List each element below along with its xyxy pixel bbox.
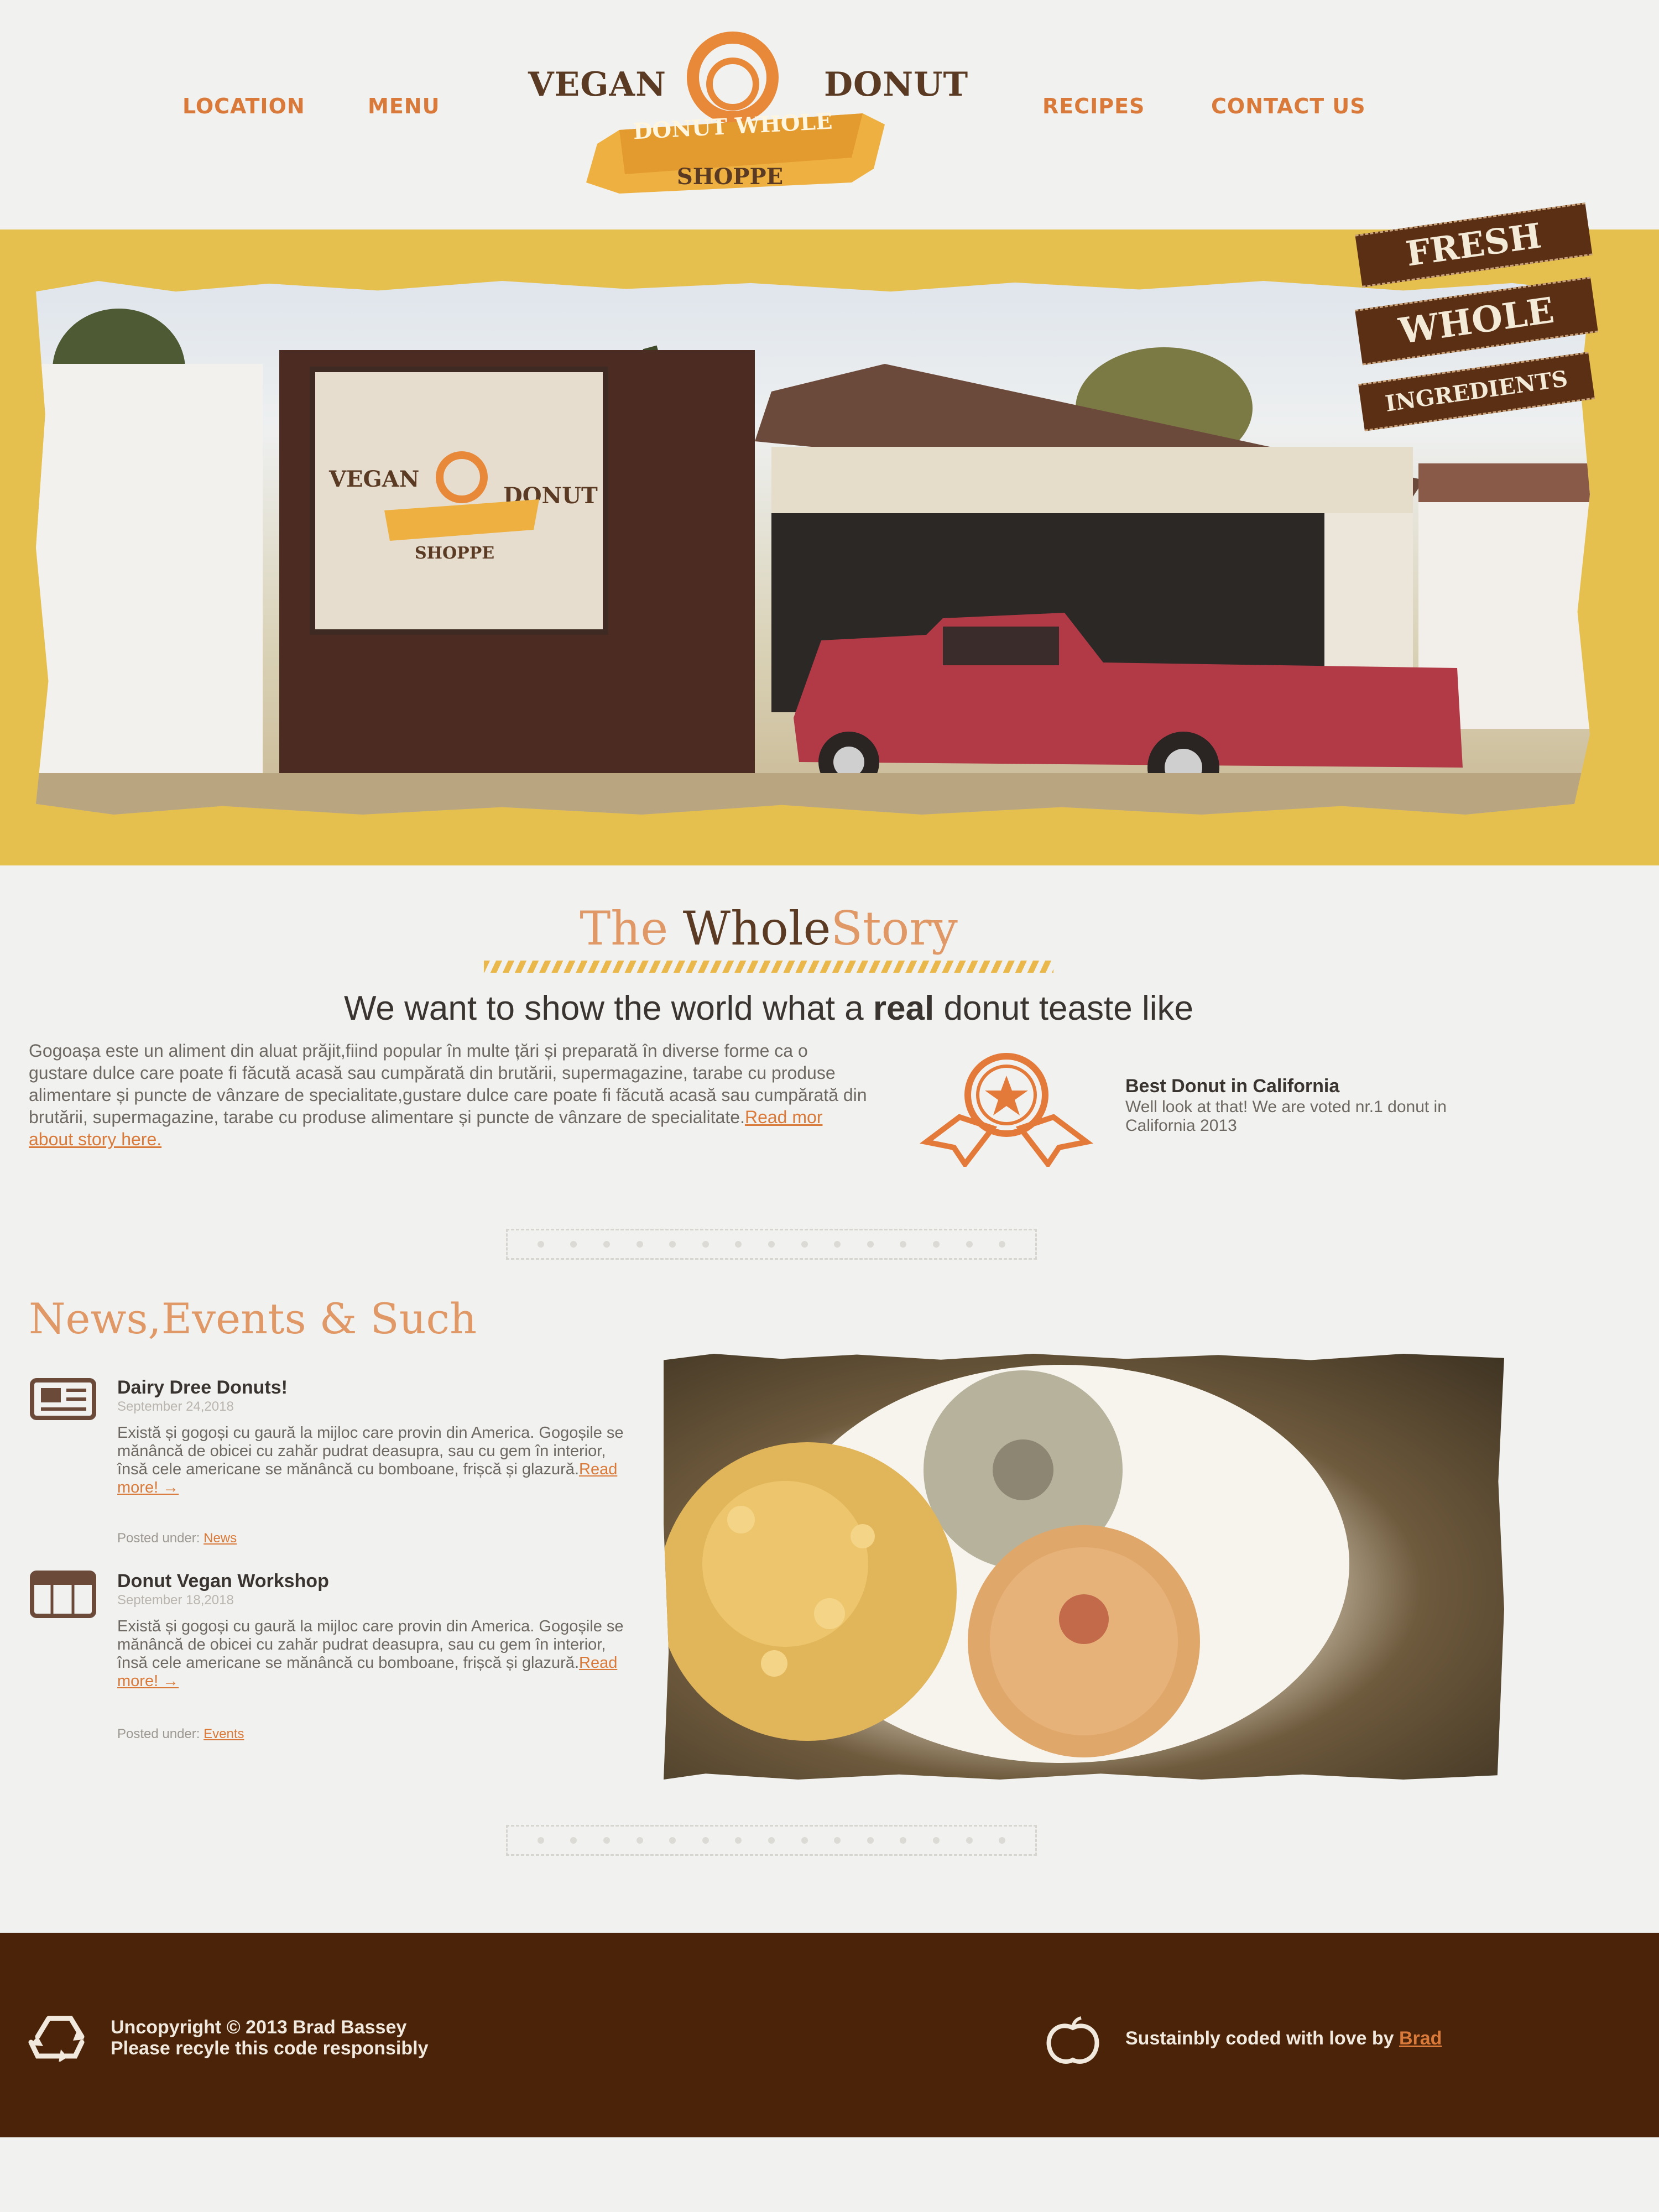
- calendar-icon: [30, 1571, 96, 1618]
- footer-copyright: Uncopyright © 2013 Brad Bassey Please re…: [111, 2017, 429, 2059]
- headline-post: donut teaste like: [934, 989, 1193, 1027]
- copyright-line2: Please recyle this code responsibly: [111, 2038, 429, 2059]
- divider-dot: [801, 1837, 808, 1844]
- nav-recipes-link[interactable]: RECIPES: [1042, 94, 1145, 118]
- divider-dot: [735, 1241, 742, 1248]
- footer-credit: Sustainbly coded with love by Brad: [1125, 2028, 1442, 2049]
- divider-dot: [900, 1241, 907, 1248]
- divider-dot: [603, 1241, 610, 1248]
- site-footer: Uncopyright © 2013 Brad Bassey Please re…: [0, 1933, 1659, 2137]
- story-body: Gogoașa este un aliment din aluat prăjit…: [29, 1040, 869, 1150]
- divider-dot: [636, 1837, 643, 1844]
- news-item-posted: Posted under: Events: [117, 1726, 244, 1742]
- divider-dot: [537, 1837, 544, 1844]
- storefront-illustration: [36, 309, 1590, 815]
- copyright-author: Brad Bassey: [293, 2017, 407, 2038]
- apple-icon: [1046, 2016, 1099, 2064]
- sign-logo-icon: [384, 451, 539, 541]
- logo-donut-text: DONUT: [824, 65, 969, 104]
- divider-dot: [999, 1241, 1006, 1248]
- story-body-text: Gogoașa este un aliment din aluat prăjit…: [29, 1041, 867, 1127]
- divider-dot: [867, 1837, 874, 1844]
- story-title: The WholeStory: [0, 901, 1537, 956]
- copyright-prefix: Uncopyright © 2013: [111, 2017, 293, 2038]
- story-title-part1: The: [580, 901, 683, 956]
- divider-dot: [768, 1837, 775, 1844]
- recycle-icon: [28, 2016, 85, 2062]
- section-divider: [506, 1229, 1037, 1260]
- divider-dot: [999, 1837, 1006, 1844]
- divider-dot: [603, 1837, 610, 1844]
- divider-dot: [932, 1241, 940, 1248]
- nav-contact-link[interactable]: CONTACT US: [1211, 94, 1366, 118]
- credit-prefix: Sustainbly coded with love by: [1125, 2028, 1399, 2049]
- news-icon: [30, 1378, 96, 1420]
- divider-dot: [702, 1837, 709, 1844]
- headline-bold: real: [873, 989, 935, 1027]
- news-item-body: Există și gogoși cu gaură la mijloc care…: [117, 1424, 626, 1497]
- posted-label: Posted under:: [117, 1726, 204, 1741]
- section-divider: [506, 1825, 1037, 1856]
- divider-dot: [966, 1241, 973, 1248]
- divider-dot: [669, 1241, 676, 1248]
- posted-category-link[interactable]: Events: [204, 1726, 244, 1741]
- divider-dot: [669, 1837, 676, 1844]
- story-title-part2: Whole: [682, 901, 831, 956]
- award-ribbon-icon: [920, 1053, 1093, 1167]
- award-title: Best Donut in California: [1125, 1076, 1340, 1097]
- sign-shoppe-text: SHOPPE: [415, 544, 495, 563]
- donut-illustration: [664, 1365, 1349, 1763]
- divider-dot: [570, 1241, 577, 1248]
- credit-author-link[interactable]: Brad: [1399, 2028, 1442, 2049]
- divider-dot: [966, 1837, 973, 1844]
- news-item-title[interactable]: Dairy Dree Donuts!: [117, 1377, 288, 1399]
- divider-dot: [801, 1241, 808, 1248]
- divider-dot: [702, 1241, 709, 1248]
- divider-dot: [932, 1837, 940, 1844]
- story-title-underline: [484, 961, 1053, 973]
- story-headline: We want to show the world what a real do…: [0, 989, 1537, 1028]
- divider-dot: [735, 1837, 742, 1844]
- news-item-date: September 24,2018: [117, 1399, 234, 1414]
- divider-dot: [636, 1241, 643, 1248]
- nav-menu-link[interactable]: MENU: [368, 94, 440, 118]
- news-section-title: News,Events & Such: [29, 1294, 477, 1343]
- news-item-body-text: Există și gogoși cu gaură la mijloc care…: [117, 1618, 624, 1672]
- divider-dot: [768, 1241, 775, 1248]
- news-item-posted: Posted under: News: [117, 1531, 237, 1546]
- story-title-part3: Story: [831, 901, 958, 956]
- hero-storefront-photo: VEGAN DONUT SHOPPE: [36, 281, 1590, 815]
- news-item-date: September 18,2018: [117, 1593, 234, 1608]
- divider-dot: [834, 1241, 841, 1248]
- nav-location-link[interactable]: LOCATION: [182, 94, 305, 118]
- news-item-body: Există și gogoși cu gaură la mijloc care…: [117, 1618, 626, 1691]
- award-text: Well look at that! We are voted nr.1 don…: [1125, 1098, 1447, 1135]
- posted-label: Posted under:: [117, 1531, 204, 1546]
- divider-dot: [867, 1241, 874, 1248]
- posted-category-link[interactable]: News: [204, 1531, 237, 1546]
- news-item-title[interactable]: Donut Vegan Workshop: [117, 1571, 329, 1592]
- divider-dot: [834, 1837, 841, 1844]
- divider-dot: [570, 1837, 577, 1844]
- divider-dot: [537, 1241, 544, 1248]
- donut-plate-photo: [664, 1354, 1504, 1780]
- headline-pre: We want to show the world what a: [344, 989, 873, 1027]
- logo-vegan-text: VEGAN: [528, 65, 666, 104]
- news-item-body-text: Există și gogoși cu gaură la mijloc care…: [117, 1424, 624, 1478]
- divider-dot: [900, 1837, 907, 1844]
- logo-shoppe-text: SHOPPE: [676, 164, 784, 190]
